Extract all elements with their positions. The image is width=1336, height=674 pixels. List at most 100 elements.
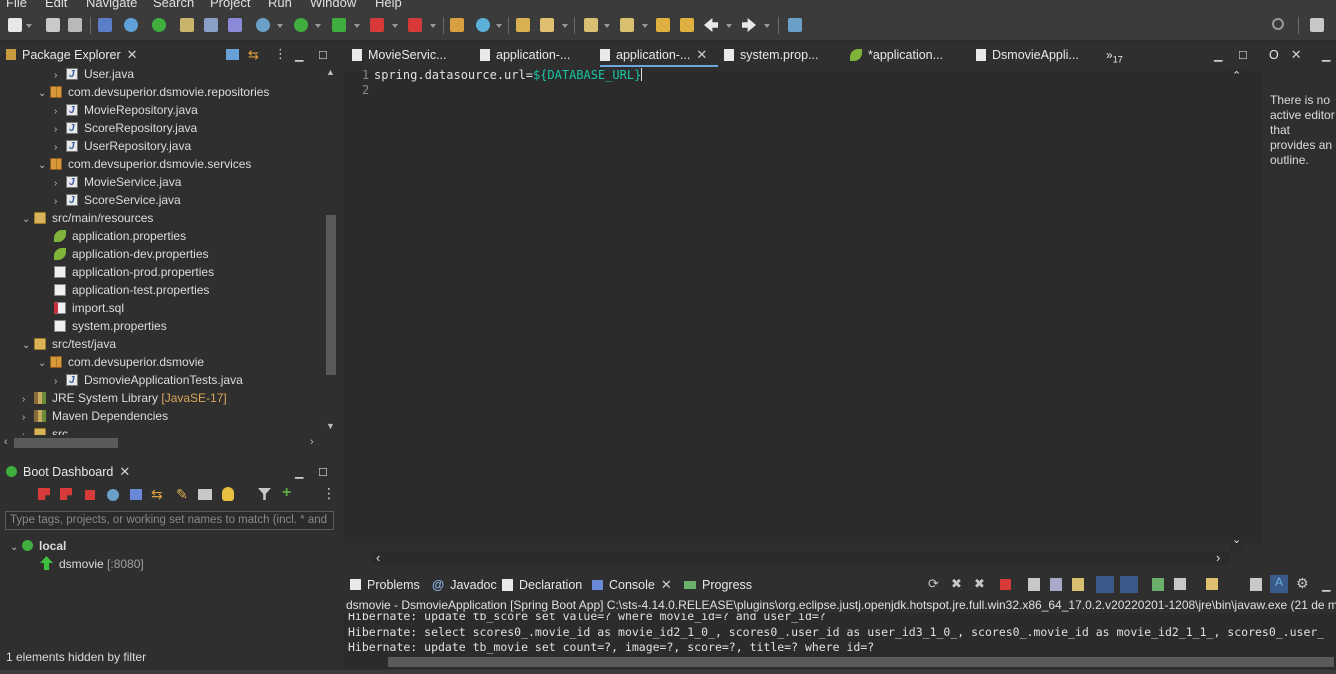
save-all-icon[interactable] <box>68 18 82 32</box>
tree-item-dsmovie[interactable]: dsmovie [:8080] <box>40 555 144 573</box>
collapse-arrow-icon[interactable]: ⌄ <box>22 337 34 355</box>
show-stderr-icon[interactable] <box>1120 576 1138 593</box>
tree-item[interactable]: › src <box>22 425 68 435</box>
tab-editor-application-active[interactable]: application-... ✕ <box>600 43 718 67</box>
scroll-right-icon[interactable]: › <box>1216 550 1220 565</box>
tree-item[interactable]: ⌄ com.devsuperior.dsmovie.services <box>38 155 251 173</box>
save-icon[interactable] <box>46 18 60 32</box>
tab-editor-system-properties[interactable]: system.prop... <box>724 43 819 67</box>
maximize-icon[interactable]: ☐ <box>1238 49 1248 62</box>
minimize-icon[interactable]: ▁ <box>1214 49 1222 62</box>
menu-help[interactable]: Help <box>375 0 402 10</box>
menu-edit[interactable]: Edit <box>45 0 67 10</box>
collapse-arrow-icon[interactable]: ⌄ <box>38 355 50 373</box>
relaunch-dropdown-icon[interactable] <box>430 24 436 28</box>
last-edit-location-icon[interactable] <box>656 18 670 32</box>
terminal-icon[interactable] <box>98 18 112 32</box>
new-console-icon[interactable] <box>1206 578 1218 590</box>
tree-item[interactable]: application-dev.properties <box>54 245 209 263</box>
tree-item[interactable]: ⌄ src/test/java <box>22 335 116 353</box>
run-dropdown-icon[interactable] <box>315 24 321 28</box>
debug-start-icon[interactable] <box>60 488 72 500</box>
new-icon[interactable] <box>8 18 22 32</box>
display-console-icon[interactable] <box>1174 578 1186 590</box>
code-editor[interactable]: 1 spring.datasource.url=${DATABASE_URL} … <box>344 68 1262 543</box>
view-menu-icon[interactable]: ⋮ <box>274 46 287 62</box>
stop-dropdown-icon[interactable] <box>392 24 398 28</box>
scroll-lock-icon[interactable] <box>1050 578 1062 591</box>
collapse-arrow-icon[interactable]: ⌄ <box>22 211 34 229</box>
maximize-icon[interactable]: ☐ <box>318 49 328 62</box>
close-icon[interactable]: ✕ <box>119 460 130 484</box>
tree-item[interactable]: application.properties <box>54 227 186 245</box>
pencil-icon[interactable] <box>540 18 554 32</box>
edit-icon[interactable]: ✎ <box>176 486 188 503</box>
tree-item[interactable]: ›User.java <box>54 65 134 84</box>
tab-overflow-button[interactable]: »17 <box>1106 43 1123 67</box>
new-class-dropdown-icon[interactable] <box>496 24 502 28</box>
tree-item[interactable]: ›MovieService.java <box>54 173 181 192</box>
pin-console-icon[interactable] <box>1152 578 1164 591</box>
pencil-dropdown-icon[interactable] <box>562 24 568 28</box>
collapse-all-icon[interactable] <box>226 49 239 60</box>
scroll-up-icon[interactable]: ⌃ <box>1232 69 1241 82</box>
editor-hscrollbar[interactable]: ‹ › <box>372 550 1230 565</box>
close-icon[interactable]: ✕ <box>127 43 138 67</box>
tree-item[interactable]: ⌄ com.devsuperior.dsmovie <box>38 353 204 371</box>
stop-icon[interactable] <box>85 490 95 500</box>
menu-window[interactable]: Window <box>310 0 356 10</box>
copy-icon[interactable] <box>1250 578 1262 591</box>
open-console-icon[interactable] <box>130 489 142 500</box>
tree-item[interactable]: application-prod.properties <box>54 263 214 281</box>
package-explorer-vscrollbar[interactable]: ▲ ▼ <box>324 65 338 435</box>
tab-javadoc[interactable]: @ Javadoc <box>432 573 497 597</box>
new-dropdown-icon[interactable] <box>26 24 32 28</box>
tree-item[interactable]: ›ScoreService.java <box>54 191 181 210</box>
debug-skip-icon[interactable] <box>124 18 138 32</box>
scroll-down-icon[interactable]: ⌄ <box>1232 533 1241 546</box>
menu-project[interactable]: Project <box>210 0 250 10</box>
tree-item[interactable]: ›DsmovieApplicationTests.java <box>54 371 243 390</box>
remove-all-launches-icon[interactable]: ✖ <box>974 576 985 592</box>
scrollbar-thumb[interactable] <box>388 657 1334 667</box>
boot-icon[interactable] <box>152 18 166 32</box>
view-menu-icon[interactable]: ⋮ <box>322 485 336 502</box>
tree-item[interactable]: ⌄ com.devsuperior.dsmovie.repositories <box>38 83 269 101</box>
search-icon[interactable] <box>1272 18 1284 30</box>
scroll-left-icon[interactable]: ‹ <box>4 436 8 448</box>
menu-search[interactable]: Search <box>153 0 194 10</box>
run-icon[interactable] <box>294 18 308 32</box>
previous-annotation-icon[interactable] <box>620 18 634 32</box>
tab-editor-application[interactable]: application-... <box>480 43 570 67</box>
tab-console[interactable]: Console ✕ <box>592 573 672 597</box>
tab-problems[interactable]: Problems <box>350 573 420 597</box>
close-icon[interactable]: ✕ <box>1291 43 1302 67</box>
link-with-editor-icon[interactable]: ⇆ <box>248 47 259 63</box>
terminate-icon[interactable] <box>1000 579 1011 590</box>
tree-item[interactable]: ›ScoreRepository.java <box>54 119 197 138</box>
tree-item[interactable]: application-test.properties <box>54 281 209 299</box>
editor-vscrollbar[interactable]: ⌃ ⌄ <box>1230 69 1244 551</box>
collapse-arrow-icon[interactable]: ⌄ <box>38 85 50 103</box>
scroll-down-icon[interactable]: ▼ <box>326 421 335 431</box>
tab-editor-movieservice[interactable]: MovieServic... <box>352 43 447 67</box>
settings-gear-icon[interactable]: ⚙ <box>1296 575 1309 592</box>
open-perspective-icon[interactable] <box>1310 18 1324 32</box>
tree-item[interactable]: › JRE System Library [JavaSE-17] <box>22 389 227 407</box>
properties-icon[interactable] <box>198 489 212 500</box>
filter-icon[interactable] <box>258 488 271 500</box>
show-whitespace-icon[interactable] <box>228 18 242 32</box>
debug-icon[interactable] <box>256 18 270 32</box>
close-icon[interactable]: ✕ <box>696 43 707 67</box>
minimize-icon[interactable]: ▁ <box>1322 49 1330 62</box>
expand-arrow-icon[interactable]: › <box>22 427 34 435</box>
package-explorer-hscrollbar[interactable]: ‹ › <box>0 436 324 450</box>
open-folder-icon[interactable] <box>516 18 530 32</box>
close-icon[interactable]: ✕ <box>661 573 672 597</box>
scrollbar-thumb[interactable] <box>326 215 336 375</box>
tree-item-local[interactable]: ⌄ local <box>10 537 66 555</box>
boot-dashboard-filter-input[interactable]: Type tags, projects, or working set name… <box>5 511 334 530</box>
back-arrow-icon[interactable] <box>704 18 718 32</box>
spell-check-icon[interactable]: A <box>1270 575 1288 593</box>
menu-navigate[interactable]: Navigate <box>86 0 137 10</box>
